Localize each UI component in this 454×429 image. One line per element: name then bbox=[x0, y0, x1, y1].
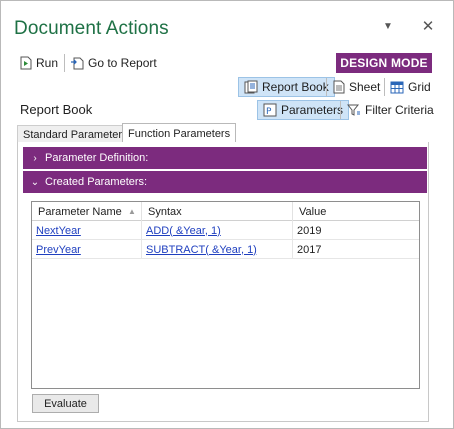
parameter-definition-bar[interactable]: › Parameter Definition: bbox=[23, 147, 427, 169]
column-header-parameter-name[interactable]: Parameter Name ▲ bbox=[32, 202, 142, 221]
svg-text:P: P bbox=[266, 107, 272, 117]
view-divider-2 bbox=[384, 78, 385, 96]
tab-function-parameters[interactable]: Function Parameters bbox=[122, 123, 237, 144]
parameter-name-link[interactable]: NextYear bbox=[36, 225, 81, 237]
created-parameters-bar[interactable]: ⌄ Created Parameters: bbox=[23, 171, 427, 193]
filter-icon bbox=[347, 103, 361, 117]
parameter-definition-label: Parameter Definition: bbox=[45, 152, 149, 164]
sort-ascending-icon: ▲ bbox=[128, 207, 136, 216]
toolbar-divider bbox=[64, 54, 65, 72]
run-label: Run bbox=[36, 56, 59, 70]
tab-label: Function Parameters bbox=[128, 128, 231, 140]
go-to-report-icon bbox=[70, 56, 84, 70]
column-header-syntax[interactable]: Syntax bbox=[142, 202, 293, 221]
chevron-down-icon: ▼ bbox=[383, 20, 393, 32]
go-to-report-button[interactable]: Go to Report bbox=[70, 53, 157, 73]
chevron-down-icon: ⌄ bbox=[30, 176, 40, 188]
report-book-label: Report Book bbox=[262, 80, 329, 94]
column-header-value[interactable]: Value bbox=[293, 202, 419, 221]
run-button[interactable]: Run bbox=[20, 53, 58, 73]
go-to-report-label: Go to Report bbox=[88, 56, 157, 70]
pane-options-button[interactable]: ▼ bbox=[377, 15, 399, 37]
parameters-button[interactable]: P Parameters bbox=[257, 100, 350, 120]
created-parameters-label: Created Parameters: bbox=[45, 176, 148, 188]
table-row[interactable]: NextYear ADD( &Year, 1) 2019 bbox=[32, 221, 419, 240]
syntax-cell[interactable]: ADD( &Year, 1) bbox=[142, 221, 293, 240]
tab-label: Standard Parameters bbox=[23, 128, 128, 141]
parameter-tabs: Standard Parameters Function Parameters bbox=[17, 123, 429, 144]
close-pane-button[interactable]: ✕ bbox=[417, 15, 439, 37]
chevron-right-icon: › bbox=[33, 152, 37, 164]
filter-criteria-label: Filter Criteria bbox=[365, 103, 434, 117]
close-icon: ✕ bbox=[421, 18, 435, 35]
created-parameters-table: Parameter Name ▲ Syntax Value NextYear A… bbox=[31, 201, 420, 389]
syntax-cell[interactable]: SUBTRACT( &Year, 1) bbox=[142, 240, 293, 259]
parameters-label: Parameters bbox=[281, 103, 344, 117]
pane-title: Document Actions bbox=[14, 18, 169, 39]
sheet-label: Sheet bbox=[349, 80, 381, 94]
parameter-name-cell[interactable]: PrevYear bbox=[32, 240, 142, 259]
report-book-icon bbox=[244, 80, 258, 94]
filter-criteria-button[interactable]: Filter Criteria bbox=[347, 100, 434, 120]
grid-view-button[interactable]: Grid bbox=[390, 77, 431, 97]
grid-icon bbox=[390, 81, 404, 94]
grid-label: Grid bbox=[408, 80, 431, 94]
section-divider bbox=[340, 101, 341, 119]
syntax-link[interactable]: ADD( &Year, 1) bbox=[146, 225, 221, 237]
view-divider-1 bbox=[326, 78, 327, 96]
value-cell: 2019 bbox=[297, 224, 322, 237]
table-header: Parameter Name ▲ Syntax Value bbox=[32, 202, 419, 221]
table-row[interactable]: PrevYear SUBTRACT( &Year, 1) 2017 bbox=[32, 240, 419, 259]
document-actions-pane: Document Actions ▼ ✕ Run Go to Report DE… bbox=[0, 0, 454, 429]
sheet-view-button[interactable]: Sheet bbox=[333, 77, 380, 97]
parameters-icon: P bbox=[263, 103, 277, 117]
sheet-icon bbox=[333, 80, 345, 94]
syntax-link[interactable]: SUBTRACT( &Year, 1) bbox=[146, 244, 257, 256]
report-book-view-button[interactable]: Report Book bbox=[238, 77, 335, 97]
design-mode-badge: DESIGN MODE bbox=[336, 53, 432, 73]
value-cell: 2017 bbox=[297, 243, 322, 256]
tab-standard-parameters[interactable]: Standard Parameters bbox=[17, 125, 134, 143]
parameter-name-link[interactable]: PrevYear bbox=[36, 244, 81, 256]
parameter-name-cell[interactable]: NextYear bbox=[32, 221, 142, 240]
section-title: Report Book bbox=[20, 102, 93, 117]
evaluate-button[interactable]: Evaluate bbox=[32, 394, 99, 413]
run-icon bbox=[20, 56, 32, 70]
